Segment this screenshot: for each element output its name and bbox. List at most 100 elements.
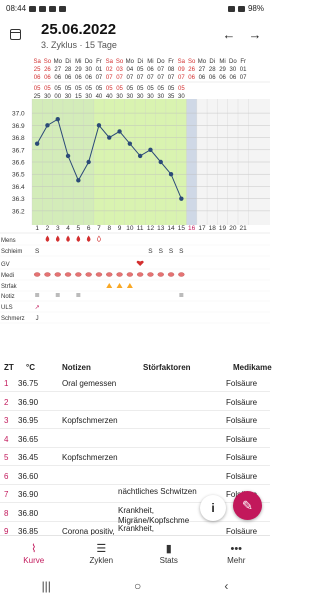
row-label: Mens xyxy=(1,238,16,244)
month-label: 06 xyxy=(199,75,206,81)
table-row[interactable]: 8 36.80 Krankheit, Migräne/Kopfschme xyxy=(0,504,270,525)
y-tick-label: 36.9 xyxy=(12,123,25,130)
time-hour: 05 xyxy=(54,86,61,92)
row-temp: 36.65 xyxy=(18,434,39,444)
pill-icon xyxy=(106,272,113,277)
row-label: Medi xyxy=(1,273,14,279)
day-label: 27 xyxy=(54,67,61,73)
cycle-chart[interactable]: Sa 25 06 05 25 So 26 06 05 30 Mo 27 06 05 00 Di 28 06 05 30… xyxy=(0,55,270,335)
table-row[interactable]: 6 36.60 Folsäure xyxy=(0,467,270,485)
row-med: Folsäure xyxy=(226,397,258,407)
note-icon xyxy=(55,293,60,297)
row-factor: Krankheit, xyxy=(118,524,155,533)
cycle-day-label: 20 xyxy=(229,225,237,232)
cycle-subtitle: 3. Zyklus · 15 Tage xyxy=(41,40,117,50)
chart-svg[interactable]: Sa25060525So26060530Mo27060500Di28060530… xyxy=(0,55,270,335)
month-label: 07 xyxy=(147,75,154,81)
weekday-label: Do xyxy=(229,59,237,65)
calendar-icon[interactable] xyxy=(10,29,21,40)
time-hour: 05 xyxy=(106,86,113,92)
month-label: 07 xyxy=(106,75,113,81)
table-row[interactable]: 4 36.65 Folsäure xyxy=(0,430,270,448)
cycle-day-label: 8 xyxy=(107,225,111,232)
nav-zyklen[interactable]: ☰ Zyklen xyxy=(68,536,136,571)
time-hour: 05 xyxy=(157,86,164,92)
status-bar: 08:44 98% xyxy=(0,0,270,17)
info-button[interactable]: i xyxy=(200,495,226,521)
home-icon[interactable]: ○ xyxy=(134,579,141,593)
nav-label: Kurve xyxy=(23,556,45,565)
row-zt: 4 xyxy=(4,434,9,444)
nav-stats[interactable]: ▮ Stats xyxy=(135,536,203,571)
mucus-label: S xyxy=(169,248,174,255)
arrow-right-icon[interactable]: → xyxy=(248,27,262,42)
day-label: 27 xyxy=(199,67,206,73)
list-icon: ☰ xyxy=(96,543,107,555)
row-zt: 6 xyxy=(4,471,9,481)
weekday-label: Mo xyxy=(126,59,135,65)
pain-marker-icon: J xyxy=(36,316,39,322)
arrow-left-icon[interactable]: ← xyxy=(222,27,236,42)
time-hour: 05 xyxy=(178,86,185,92)
edit-button[interactable]: ✎ xyxy=(233,491,262,520)
row-label: Strfak xyxy=(1,284,18,290)
note-icon xyxy=(35,293,40,297)
temperature-point xyxy=(65,153,71,159)
table-row[interactable]: 5 36.45 Kopfschmerzen Folsäure xyxy=(0,448,270,466)
temperature-point xyxy=(76,178,81,183)
day-label: 25 xyxy=(34,67,41,73)
cycle-day-label: 15 xyxy=(178,225,186,232)
cycle-day-label: 1 xyxy=(35,225,39,232)
table-row[interactable]: 3 36.95 Kopfschmerzen Folsäure xyxy=(0,411,270,429)
row-factor: nächtliches Schwitzen xyxy=(118,487,197,496)
time-hour: 05 xyxy=(34,86,41,92)
row-label: Schleim xyxy=(1,249,22,255)
blood-drop-icon xyxy=(45,235,50,242)
row-zt: 1 xyxy=(4,379,9,388)
nav-mehr[interactable]: ••• Mehr xyxy=(203,536,271,571)
cycle-day-label: 16 xyxy=(188,225,196,232)
warning-icon xyxy=(106,283,113,288)
month-label: 06 xyxy=(65,75,72,81)
y-tick-label: 36.7 xyxy=(12,147,25,154)
heart-icon xyxy=(136,260,144,266)
blood-drop-icon xyxy=(55,235,60,242)
more-icon: ••• xyxy=(230,543,243,555)
day-label: 01 xyxy=(96,67,103,73)
recent-apps-icon[interactable]: ||| xyxy=(42,579,51,593)
cycle-day-label: 9 xyxy=(118,225,122,232)
weekday-label: Fr xyxy=(240,59,246,65)
bottom-navigation: ⌇ Kurve ☰ Zyklen ▮ Stats ••• Mehr xyxy=(0,535,270,571)
nav-label: Stats xyxy=(159,556,178,565)
blood-drop-icon xyxy=(86,235,91,242)
nav-kurve[interactable]: ⌇ Kurve xyxy=(0,536,68,571)
mucus-label: S xyxy=(148,248,153,255)
back-icon[interactable]: ‹ xyxy=(224,579,228,593)
time-hour: 05 xyxy=(147,86,154,92)
table-row[interactable]: 736.90nächtliches SchwitzenFolsäure xyxy=(0,485,270,503)
cycle-day-label: 11 xyxy=(137,225,144,232)
cycle-day-label: 2 xyxy=(46,225,50,232)
pill-icon xyxy=(136,272,144,277)
table-row[interactable]: 2 36.90 Folsäure xyxy=(0,393,270,411)
day-label: 02 xyxy=(106,67,113,73)
weekday-label: Mo xyxy=(198,59,207,65)
table-row[interactable]: 1 36.75 Oral gemessen Folsäure xyxy=(0,374,270,392)
weekday-label: Sa xyxy=(178,59,186,65)
mucus-label: S xyxy=(179,248,184,255)
time-hour: 05 xyxy=(127,86,134,92)
temperature-point xyxy=(148,147,153,152)
y-tick-label: 36.4 xyxy=(12,184,25,191)
y-tick-label: 36.6 xyxy=(12,160,25,167)
cycle-day-label: 18 xyxy=(209,225,217,232)
time-hour: 05 xyxy=(168,86,175,92)
cycle-day-label: 4 xyxy=(66,225,70,232)
row-temp: 36.60 xyxy=(18,471,39,481)
nav-label: Mehr xyxy=(227,556,246,565)
weekday-label: Mi xyxy=(219,59,225,65)
nav-label: Zyklen xyxy=(89,556,114,565)
cycle-day-label: 7 xyxy=(97,225,101,232)
row-temp: 36.95 xyxy=(18,416,39,425)
time-hour: 05 xyxy=(85,86,92,92)
pill-icon xyxy=(147,272,154,277)
